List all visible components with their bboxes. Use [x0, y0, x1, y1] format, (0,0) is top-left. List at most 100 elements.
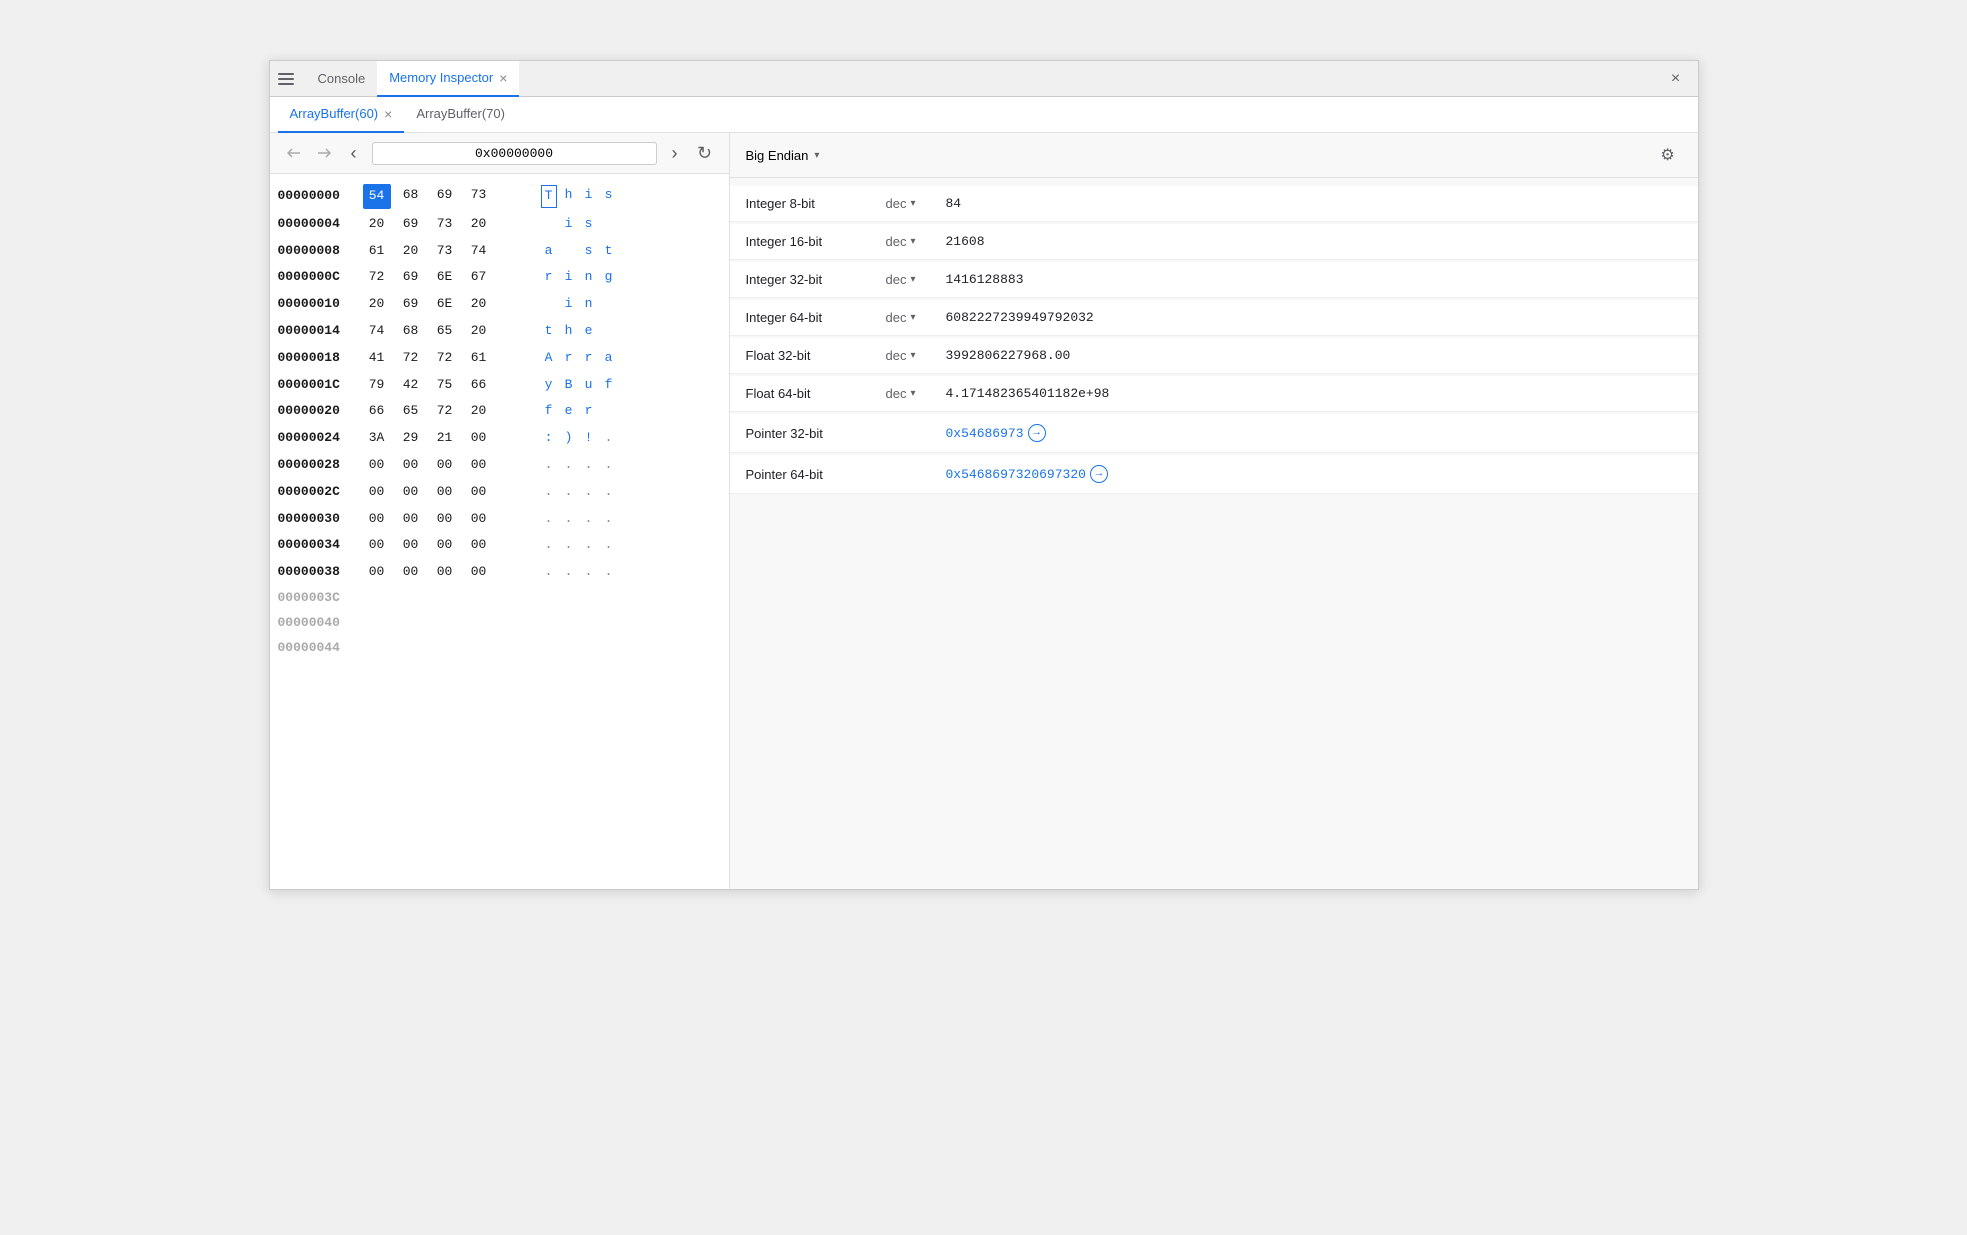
- mem-byte[interactable]: 00: [397, 534, 425, 557]
- mem-byte[interactable]: 66: [465, 374, 493, 397]
- mem-char[interactable]: [601, 294, 617, 315]
- mem-byte[interactable]: 00: [431, 561, 459, 584]
- mem-char[interactable]: ): [561, 428, 577, 449]
- mem-char[interactable]: .: [581, 535, 597, 556]
- mem-char[interactable]: r: [561, 348, 577, 369]
- mem-char[interactable]: T: [541, 185, 557, 208]
- mem-char[interactable]: [601, 401, 617, 422]
- mem-char[interactable]: i: [561, 214, 577, 235]
- mem-byte[interactable]: 00: [465, 454, 493, 477]
- mem-char[interactable]: a: [541, 241, 557, 262]
- mem-char[interactable]: .: [601, 482, 617, 503]
- mem-char[interactable]: !: [581, 428, 597, 449]
- mem-char[interactable]: .: [581, 455, 597, 476]
- mem-char[interactable]: i: [561, 267, 577, 288]
- mem-char[interactable]: .: [601, 562, 617, 583]
- mem-char[interactable]: A: [541, 348, 557, 369]
- mem-byte[interactable]: 00: [465, 534, 493, 557]
- pointer-link-32[interactable]: 0x54686973 →: [946, 424, 1046, 442]
- mem-byte[interactable]: 00: [465, 427, 493, 450]
- mem-byte[interactable]: 69: [397, 293, 425, 316]
- mem-char[interactable]: [541, 294, 557, 315]
- mem-byte[interactable]: 00: [431, 481, 459, 504]
- nav-next-page-button[interactable]: ›: [663, 141, 687, 165]
- buffer-tab-ab70[interactable]: ArrayBuffer(70): [404, 97, 517, 133]
- mem-byte[interactable]: 69: [431, 184, 459, 209]
- mem-byte[interactable]: 73: [431, 213, 459, 236]
- mem-byte[interactable]: 00: [363, 534, 391, 557]
- mem-char[interactable]: a: [601, 348, 617, 369]
- mem-byte[interactable]: 20: [465, 293, 493, 316]
- mem-char[interactable]: .: [541, 455, 557, 476]
- mem-byte[interactable]: 00: [397, 481, 425, 504]
- buffer-tab-ab60[interactable]: ArrayBuffer(60) ×: [278, 97, 405, 133]
- mem-char[interactable]: h: [561, 321, 577, 342]
- buffer-tab-ab60-close[interactable]: ×: [384, 106, 392, 122]
- tab-memory-inspector[interactable]: Memory Inspector ×: [377, 61, 519, 97]
- mem-byte[interactable]: 00: [397, 508, 425, 531]
- address-input[interactable]: [372, 142, 657, 165]
- mem-char[interactable]: s: [581, 241, 597, 262]
- mem-char[interactable]: :: [541, 428, 557, 449]
- value-format[interactable]: dec ▾: [886, 196, 946, 211]
- mem-char[interactable]: g: [601, 267, 617, 288]
- mem-byte[interactable]: 74: [465, 240, 493, 263]
- value-format[interactable]: dec ▾: [886, 234, 946, 249]
- mem-char[interactable]: y: [541, 375, 557, 396]
- mem-byte[interactable]: 73: [431, 240, 459, 263]
- mem-byte[interactable]: 61: [465, 347, 493, 370]
- mem-byte[interactable]: 00: [363, 561, 391, 584]
- mem-char[interactable]: .: [561, 482, 577, 503]
- mem-char[interactable]: s: [581, 214, 597, 235]
- mem-byte[interactable]: 00: [397, 561, 425, 584]
- mem-byte[interactable]: 20: [465, 400, 493, 423]
- mem-byte[interactable]: 72: [431, 347, 459, 370]
- mem-byte[interactable]: 65: [431, 320, 459, 343]
- mem-byte[interactable]: 42: [397, 374, 425, 397]
- mem-byte[interactable]: 68: [397, 184, 425, 209]
- mem-byte[interactable]: 20: [363, 293, 391, 316]
- mem-char[interactable]: f: [601, 375, 617, 396]
- pointer-link-64[interactable]: 0x5468697320697320 →: [946, 465, 1108, 483]
- mem-byte[interactable]: 20: [363, 213, 391, 236]
- mem-byte[interactable]: 29: [397, 427, 425, 450]
- pointer-navigate-icon[interactable]: →: [1028, 424, 1046, 442]
- value-format[interactable]: dec ▾: [886, 272, 946, 287]
- tab-memory-inspector-close[interactable]: ×: [499, 71, 507, 85]
- mem-char[interactable]: .: [561, 509, 577, 530]
- mem-byte[interactable]: 00: [363, 454, 391, 477]
- mem-char[interactable]: r: [581, 401, 597, 422]
- mem-byte[interactable]: 00: [465, 481, 493, 504]
- mem-byte[interactable]: 74: [363, 320, 391, 343]
- mem-char[interactable]: s: [601, 185, 617, 208]
- mem-byte[interactable]: 00: [465, 561, 493, 584]
- mem-byte[interactable]: 00: [363, 508, 391, 531]
- mem-char[interactable]: e: [561, 401, 577, 422]
- mem-byte[interactable]: 20: [465, 213, 493, 236]
- mem-char[interactable]: r: [581, 348, 597, 369]
- mem-char[interactable]: n: [581, 267, 597, 288]
- nav-back-button[interactable]: [282, 141, 306, 165]
- mem-char[interactable]: .: [601, 509, 617, 530]
- mem-byte[interactable]: 79: [363, 374, 391, 397]
- mem-byte[interactable]: 6E: [431, 293, 459, 316]
- mem-char[interactable]: r: [541, 267, 557, 288]
- mem-byte[interactable]: 67: [465, 266, 493, 289]
- mem-byte[interactable]: 54: [363, 184, 391, 209]
- mem-byte[interactable]: 72: [363, 266, 391, 289]
- mem-byte[interactable]: 72: [431, 400, 459, 423]
- mem-byte[interactable]: 00: [431, 508, 459, 531]
- mem-char[interactable]: h: [561, 185, 577, 208]
- value-format[interactable]: dec ▾: [886, 310, 946, 325]
- mem-byte[interactable]: 00: [431, 454, 459, 477]
- mem-char[interactable]: [541, 214, 557, 235]
- mem-char[interactable]: i: [581, 185, 597, 208]
- refresh-button[interactable]: ↻: [693, 141, 717, 165]
- mem-char[interactable]: .: [601, 428, 617, 449]
- mem-char[interactable]: .: [581, 482, 597, 503]
- nav-forward-button[interactable]: [312, 141, 336, 165]
- mem-byte[interactable]: 20: [465, 320, 493, 343]
- mem-char[interactable]: t: [541, 321, 557, 342]
- mem-char[interactable]: .: [541, 482, 557, 503]
- mem-byte[interactable]: 6E: [431, 266, 459, 289]
